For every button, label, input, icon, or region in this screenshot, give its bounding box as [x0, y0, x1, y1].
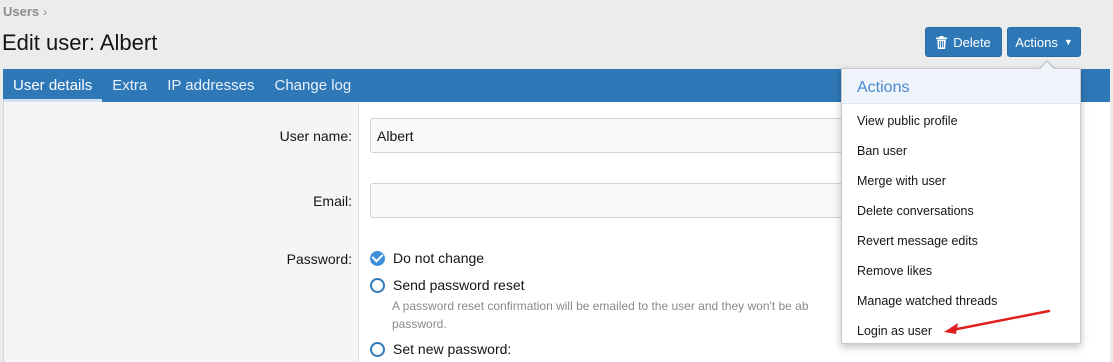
- password-option-label: Send password reset: [393, 277, 525, 293]
- tab-ip-addresses[interactable]: IP addresses: [157, 69, 264, 102]
- dropdown-pointer-inner: [1039, 62, 1055, 70]
- radio-checked-icon: [370, 250, 385, 266]
- breadcrumb-separator: ›: [43, 4, 48, 19]
- menu-item-revert-message-edits[interactable]: Revert message edits: [842, 224, 1080, 254]
- radio-unchecked-icon: [370, 277, 385, 293]
- password-label: Password:: [286, 251, 352, 267]
- actions-menu-title: Actions: [842, 69, 1080, 104]
- menu-item-remove-likes[interactable]: Remove likes: [842, 254, 1080, 284]
- breadcrumb: Users ›: [3, 4, 47, 19]
- username-input[interactable]: Albert: [370, 118, 870, 153]
- menu-item-delete-conversations[interactable]: Delete conversations: [842, 194, 1080, 224]
- delete-button-label: Delete: [953, 34, 991, 50]
- menu-item-merge-with-user[interactable]: Merge with user: [842, 164, 1080, 194]
- delete-button[interactable]: Delete: [925, 27, 1002, 57]
- radio-unchecked-icon: [370, 341, 385, 357]
- password-reset-hint-line1: A password reset confirmation will be em…: [392, 299, 809, 313]
- actions-menu: Actions View public profile Ban user Mer…: [841, 68, 1081, 344]
- password-option-set-new[interactable]: Set new password:: [370, 341, 511, 357]
- tab-extra[interactable]: Extra: [102, 69, 157, 102]
- password-reset-hint-line2: password.: [392, 317, 447, 331]
- password-option-label: Set new password:: [393, 341, 512, 357]
- username-label: User name:: [279, 128, 352, 144]
- actions-button-label: Actions: [1015, 34, 1058, 50]
- tab-user-details[interactable]: User details: [3, 69, 103, 102]
- caret-down-icon: ▼: [1063, 37, 1073, 47]
- trash-icon: [936, 35, 948, 49]
- password-reset-hint: A password reset confirmation will be em…: [392, 297, 862, 333]
- password-option-send-reset[interactable]: Send password reset: [370, 277, 525, 293]
- page-title: Edit user: Albert: [2, 30, 158, 55]
- menu-item-manage-watched-threads[interactable]: Manage watched threads: [842, 284, 1080, 314]
- email-input[interactable]: [370, 183, 870, 218]
- email-label: Email:: [313, 193, 352, 209]
- tab-change-log[interactable]: Change log: [265, 69, 362, 102]
- password-option-no-change[interactable]: Do not change: [370, 250, 484, 266]
- password-option-label: Do not change: [393, 250, 485, 266]
- menu-item-login-as-user[interactable]: Login as user: [842, 314, 1080, 344]
- breadcrumb-users-link[interactable]: Users: [3, 4, 39, 19]
- menu-item-ban-user[interactable]: Ban user: [842, 134, 1080, 164]
- menu-item-view-public-profile[interactable]: View public profile: [842, 104, 1080, 134]
- actions-button[interactable]: Actions ▼: [1007, 27, 1081, 57]
